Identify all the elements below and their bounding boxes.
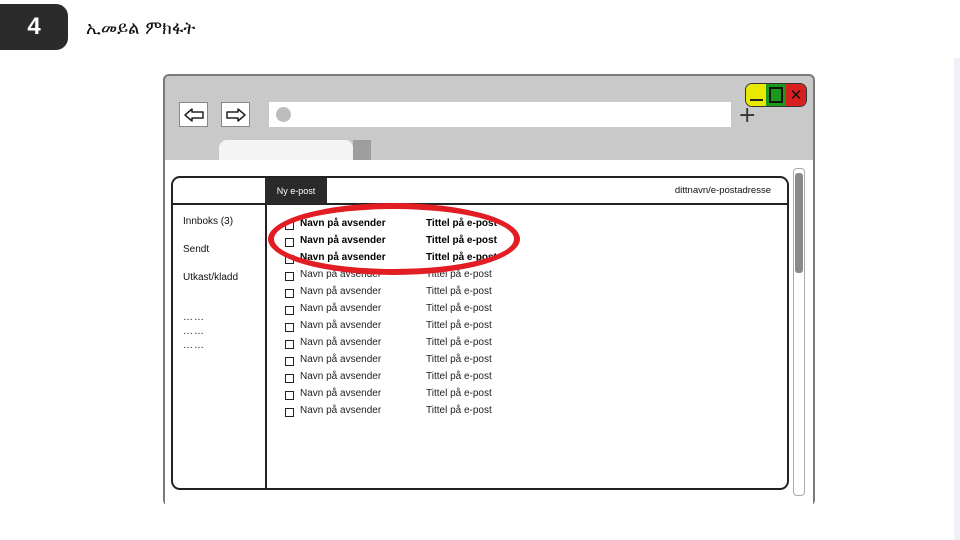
unread-emails-highlight-circle xyxy=(268,203,520,275)
email-checkbox[interactable] xyxy=(285,391,294,400)
more-folders-item[interactable]: …… xyxy=(183,326,205,337)
email-row[interactable]: Navn på avsender Tittel på e-post xyxy=(285,371,515,387)
email-checkbox[interactable] xyxy=(285,340,294,349)
back-arrow-icon xyxy=(183,107,204,122)
browser-window: ✕ + Ny e-post dittnavn/e-postadresse Inn… xyxy=(163,74,815,506)
email-checkbox[interactable] xyxy=(285,272,294,281)
sidebar-divider xyxy=(265,203,267,488)
email-checkbox[interactable] xyxy=(285,306,294,315)
email-sender: Navn på avsender xyxy=(300,371,382,382)
slide-title: ኢመይል ምክፋት xyxy=(86,18,196,39)
email-subject: Tittel på e-post xyxy=(426,354,492,365)
email-checkbox[interactable] xyxy=(285,323,294,332)
user-email-address: dittnavn/e-postadresse xyxy=(674,185,771,196)
close-button[interactable]: ✕ xyxy=(786,84,806,106)
address-bar[interactable] xyxy=(269,102,731,127)
browser-tab[interactable] xyxy=(219,140,353,162)
email-subject: Tittel på e-post xyxy=(426,371,492,382)
email-checkbox[interactable] xyxy=(285,374,294,383)
close-icon: ✕ xyxy=(789,85,803,104)
site-info-icon xyxy=(276,107,291,122)
tab-close-square[interactable] xyxy=(353,140,371,160)
new-email-button[interactable]: Ny e-post xyxy=(265,178,327,204)
step-number-badge: 4 xyxy=(0,4,68,50)
email-subject: Tittel på e-post xyxy=(426,286,492,297)
more-folders-item[interactable]: …… xyxy=(183,340,205,351)
email-row[interactable]: Navn på avsender Tittel på e-post xyxy=(285,303,515,319)
vertical-scrollbar[interactable] xyxy=(793,168,805,496)
folder-drafts[interactable]: Utkast/kladd xyxy=(183,272,238,283)
email-sender: Navn på avsender xyxy=(300,303,382,314)
email-row[interactable]: Navn på avsender Tittel på e-post xyxy=(285,388,515,404)
email-row[interactable]: Navn på avsender Tittel på e-post xyxy=(285,286,515,302)
email-checkbox[interactable] xyxy=(285,357,294,366)
forward-button[interactable] xyxy=(221,102,250,127)
maximize-button[interactable] xyxy=(766,84,786,106)
email-sender: Navn på avsender xyxy=(300,405,382,416)
email-sender: Navn på avsender xyxy=(300,320,382,331)
back-button[interactable] xyxy=(179,102,208,127)
email-subject: Tittel på e-post xyxy=(426,303,492,314)
folder-inbox[interactable]: Innboks (3) xyxy=(183,216,233,227)
email-row[interactable]: Navn på avsender Tittel på e-post xyxy=(285,354,515,370)
email-row[interactable]: Navn på avsender Tittel på e-post xyxy=(285,405,515,421)
scrollbar-thumb[interactable] xyxy=(795,173,803,273)
email-sender: Navn på avsender xyxy=(300,337,382,348)
email-subject: Tittel på e-post xyxy=(426,388,492,399)
page-viewport: Ny e-post dittnavn/e-postadresse Innboks… xyxy=(165,160,813,506)
email-checkbox[interactable] xyxy=(285,408,294,417)
email-subject: Tittel på e-post xyxy=(426,320,492,331)
email-row[interactable]: Navn på avsender Tittel på e-post xyxy=(285,320,515,336)
email-row[interactable]: Navn på avsender Tittel på e-post xyxy=(285,337,515,353)
email-subject: Tittel på e-post xyxy=(426,405,492,416)
email-subject: Tittel på e-post xyxy=(426,337,492,348)
folder-sent[interactable]: Sendt xyxy=(183,244,209,255)
email-sender: Navn på avsender xyxy=(300,354,382,365)
email-sender: Navn på avsender xyxy=(300,286,382,297)
slide-edge-strip xyxy=(954,58,960,540)
forward-arrow-icon xyxy=(225,107,246,122)
more-folders-item[interactable]: …… xyxy=(183,312,205,323)
new-tab-button[interactable]: + xyxy=(738,105,756,127)
email-checkbox[interactable] xyxy=(285,289,294,298)
email-sender: Navn på avsender xyxy=(300,388,382,399)
